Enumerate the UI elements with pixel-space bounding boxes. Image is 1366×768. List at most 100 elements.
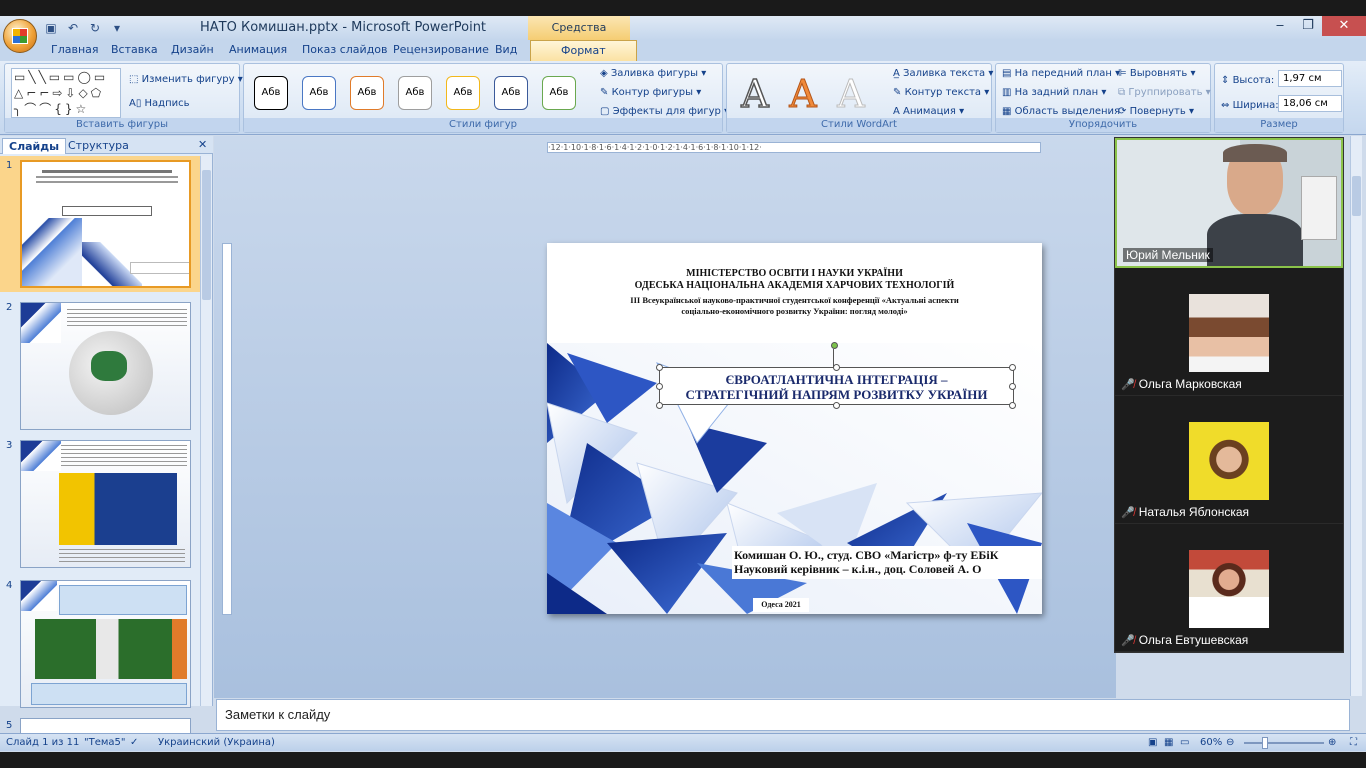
tab-slides[interactable]: Слайды: [2, 138, 67, 154]
bring-to-front-button[interactable]: ▤ На передний план ▾: [1002, 68, 1120, 79]
slide-number: 4: [6, 580, 13, 591]
tab-review[interactable]: Рецензирование: [393, 43, 489, 56]
slides-panel-scrollbar[interactable]: [200, 156, 212, 706]
resize-handle[interactable]: [833, 402, 840, 409]
maximize-icon[interactable]: ❐: [1294, 16, 1322, 36]
slide-title-line-1: ЄВРОАТЛАНТИЧНА ІНТЕГРАЦІЯ –: [725, 372, 948, 387]
author-textbox[interactable]: Комишан О. Ю., студ. СВО «Магістр» ф-ту …: [732, 546, 1042, 579]
workspace-scrollbar[interactable]: [1350, 136, 1362, 696]
thumb-text-line: [36, 181, 178, 183]
paint-bucket-icon: ◈: [600, 68, 611, 79]
wordart-style-3[interactable]: A: [829, 72, 873, 117]
shape-style-2[interactable]: Абв: [302, 76, 336, 110]
slide-thumbnail[interactable]: [20, 580, 191, 708]
resize-handle[interactable]: [656, 402, 663, 409]
shapes-gallery[interactable]: ▭╲╲▭▭◯▭ △⌐⌐⇨⇩◇⬠ ╮⌒⌒{}☆: [11, 68, 121, 118]
customize-qat-icon[interactable]: ▾: [108, 20, 126, 36]
wordart-style-1[interactable]: A: [733, 71, 777, 117]
rotate-button[interactable]: ⟳ Повернуть ▾: [1118, 106, 1194, 117]
zoom-slider[interactable]: [1244, 742, 1324, 744]
language[interactable]: Украинский (Украина): [158, 737, 275, 748]
tab-design[interactable]: Дизайн: [171, 43, 214, 56]
undo-icon[interactable]: ↶: [64, 20, 82, 36]
shape-style-5[interactable]: Абв: [446, 76, 480, 110]
thumb-title-box: [62, 206, 152, 216]
redo-icon[interactable]: ↻: [86, 20, 104, 36]
rotation-handle[interactable]: [831, 342, 838, 349]
shape-effects-button[interactable]: ▢ Эффекты для фигур ▾: [600, 106, 729, 117]
selection-pane-button[interactable]: ▦ Область выделения: [1002, 106, 1120, 117]
tab-insert[interactable]: Вставка: [111, 43, 158, 56]
shape-style-3[interactable]: Абв: [350, 76, 384, 110]
close-panel-icon[interactable]: ✕: [198, 138, 207, 151]
participant-tile-active[interactable]: Юрий Мельник: [1115, 138, 1343, 268]
shape-style-7[interactable]: Абв: [542, 76, 576, 110]
fit-slide-icon[interactable]: ⛶: [1350, 737, 1357, 748]
wordart-animation-button[interactable]: A Анимация ▾: [893, 106, 964, 117]
minimize-icon[interactable]: ‒: [1266, 16, 1294, 36]
shape-fill-button[interactable]: ◈ Заливка фигуры ▾: [600, 68, 706, 79]
normal-view-icon[interactable]: ▣: [1148, 737, 1157, 748]
resize-handle[interactable]: [1009, 402, 1016, 409]
slide-thumbnail-row[interactable]: 1: [0, 156, 200, 292]
tab-animation[interactable]: Анимация: [229, 43, 287, 56]
thumb-decoration: [22, 218, 82, 286]
tab-format[interactable]: Формат: [530, 40, 637, 61]
theme-name: "Тема5": [84, 737, 126, 748]
slide-thumbnail[interactable]: [20, 302, 191, 430]
slide-thumbnail[interactable]: [20, 160, 191, 288]
wordart-style-2[interactable]: A: [781, 72, 825, 117]
thumb-text-block: [31, 683, 187, 705]
text-fill-button[interactable]: A̲ Заливка текста ▾: [893, 68, 993, 79]
scroll-thumb[interactable]: [1352, 176, 1361, 216]
resize-handle[interactable]: [656, 364, 663, 371]
change-shape-button[interactable]: ⬚ Изменить фигуру ▾: [129, 74, 243, 85]
slide-thumbnail-row[interactable]: 4: [0, 576, 200, 712]
slide-canvas[interactable]: МІНІСТЕРСТВО ОСВІТИ І НАУКИ УКРАЇНИ ОДЕС…: [547, 243, 1042, 614]
resize-handle[interactable]: [1009, 383, 1016, 390]
group-button[interactable]: ⧉ Группировать ▾: [1118, 87, 1211, 98]
align-button[interactable]: ⊫ Выровнять ▾: [1118, 68, 1195, 79]
tab-outline[interactable]: Структура: [62, 138, 135, 154]
tab-home[interactable]: Главная: [51, 43, 99, 56]
office-button[interactable]: [3, 19, 37, 53]
participant-tile[interactable]: 🎤̸ Ольга Евтушевская: [1115, 524, 1343, 652]
tab-view[interactable]: Вид: [495, 43, 517, 56]
participant-tile[interactable]: 🎤̸ Ольга Марковская: [1115, 268, 1343, 396]
shape-style-6[interactable]: Абв: [494, 76, 528, 110]
slide-thumbnail-row[interactable]: 3: [0, 436, 200, 572]
spellcheck-icon[interactable]: ✓: [130, 737, 138, 748]
zoom-out-icon[interactable]: ⊖: [1226, 737, 1234, 748]
close-icon[interactable]: ✕: [1322, 16, 1366, 36]
save-icon[interactable]: ▣: [42, 20, 60, 36]
thumb-decoration: [21, 581, 57, 611]
shape-style-1[interactable]: Абв: [254, 76, 288, 110]
shape-outline-button[interactable]: ✎ Контур фигуры ▾: [600, 87, 701, 98]
participant-tile[interactable]: 🎤̸ Наталья Яблонская: [1115, 396, 1343, 524]
resize-handle[interactable]: [833, 364, 840, 371]
zoom-in-icon[interactable]: ⊕: [1328, 737, 1336, 748]
slide-title-textbox[interactable]: ЄВРОАТЛАНТИЧНА ІНТЕГРАЦІЯ – СТРАТЕГІЧНИЙ…: [659, 367, 1014, 405]
resize-handle[interactable]: [656, 383, 663, 390]
author-text: Комишан О. Ю., студ. СВО «Магістр» ф-ту …: [734, 548, 999, 562]
group-icon: ⧉: [1118, 87, 1129, 98]
shape-style-4[interactable]: Абв: [398, 76, 432, 110]
slide-sorter-icon[interactable]: ▦: [1164, 737, 1173, 748]
scroll-thumb[interactable]: [202, 170, 211, 300]
zoom-level[interactable]: 60%: [1200, 737, 1222, 748]
tab-slideshow[interactable]: Показ слайдов: [302, 43, 388, 56]
slide-thumbnail-row[interactable]: 2: [0, 298, 200, 434]
resize-handle[interactable]: [1009, 364, 1016, 371]
height-input[interactable]: 1,97 см: [1278, 70, 1342, 87]
width-input[interactable]: 18,06 см: [1278, 95, 1342, 112]
zoom-slider-thumb[interactable]: [1262, 737, 1268, 749]
text-outline-button[interactable]: ✎ Контур текста ▾: [893, 87, 989, 98]
thumb-text-block: [67, 309, 187, 327]
text-box-button[interactable]: A▯ Надпись: [129, 98, 190, 109]
send-to-back-button[interactable]: ▥ На задний план ▾: [1002, 87, 1106, 98]
slideshow-view-icon[interactable]: ▭: [1180, 737, 1189, 748]
width-icon: ⇔: [1221, 100, 1233, 111]
notes-pane[interactable]: Заметки к слайду: [216, 699, 1350, 731]
group-label: Стили WordArt: [727, 118, 991, 132]
slide-thumbnail[interactable]: [20, 440, 191, 568]
